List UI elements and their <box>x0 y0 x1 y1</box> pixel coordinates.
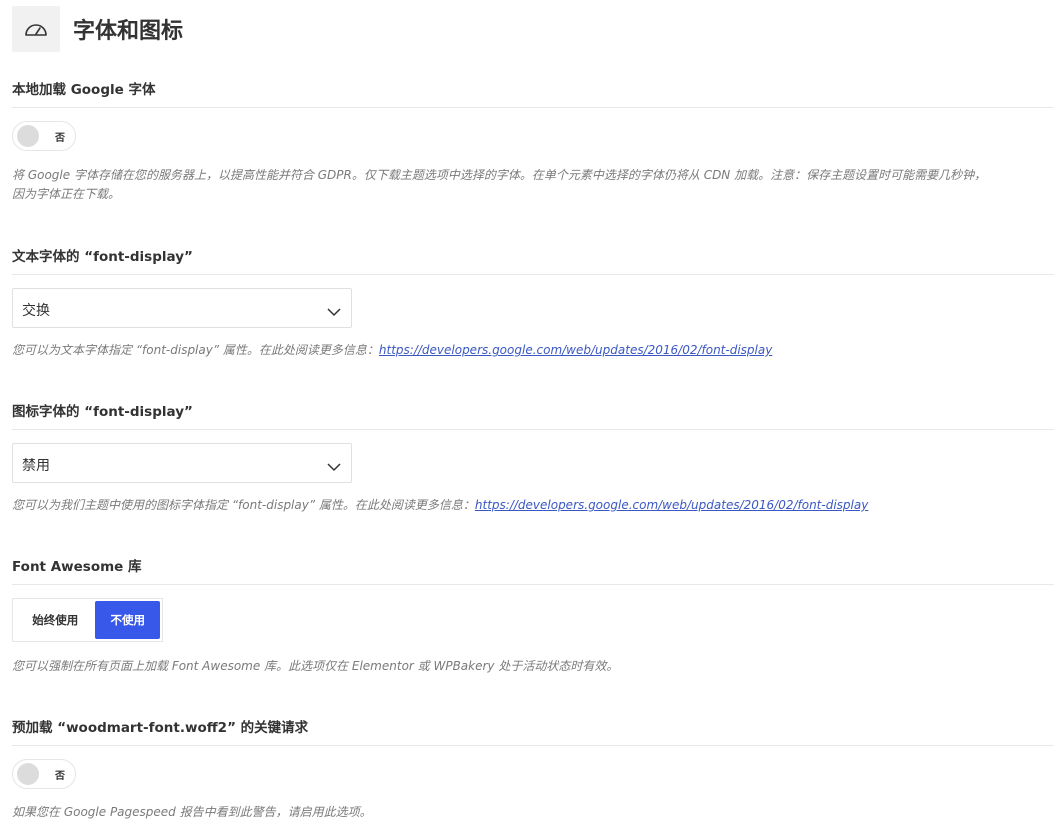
section-description: 如果您在 Google Pagespeed 报告中看到此警告，请启用此选项。 <box>12 805 372 819</box>
select-value: 禁用 <box>22 458 50 474</box>
text-font-display-select[interactable]: 交换 <box>12 288 352 328</box>
description-line: 将 Google 字体存储在您的服务器上，以提高性能并符合 GDPR。仅下载主题… <box>12 168 987 182</box>
local-google-fonts-section: 本地加载 Google 字体 否 将 Google 字体存储在您的服务器上，以提… <box>12 78 1054 201</box>
always-use-button[interactable]: 始终使用 <box>15 601 95 639</box>
description-line: 因为字体正在下载。 <box>12 187 121 201</box>
section-description: 您可以为文本字体指定 “font-display” 属性。在此处阅读更多信息：h… <box>12 341 1054 360</box>
preload-font-toggle[interactable]: 否 <box>12 759 76 789</box>
font-awesome-button-group: 始终使用 不使用 <box>12 598 163 642</box>
section-description: 您可以强制在所有页面上加载 Font Awesome 库。此选项仅在 Eleme… <box>12 659 619 673</box>
icon-font-display-section: 图标字体的 “font-display” 禁用 您可以为我们主题中使用的图标字体… <box>12 400 1054 512</box>
section-title: 预加载 “woodmart-font.woff2” 的关键请求 <box>12 716 1054 746</box>
do-not-use-button[interactable]: 不使用 <box>95 601 160 639</box>
section-title: 文本字体的 “font-display” <box>12 245 1054 275</box>
text-font-display-section: 文本字体的 “font-display” 交换 您可以为文本字体指定 “font… <box>12 245 1054 357</box>
section-title: Font Awesome 库 <box>12 555 1054 585</box>
font-display-link[interactable]: https://developers.google.com/web/update… <box>475 498 868 512</box>
page-title: 字体和图标 <box>73 19 184 44</box>
speedometer-icon <box>12 6 60 52</box>
font-display-link[interactable]: https://developers.google.com/web/update… <box>379 343 772 357</box>
description-text: 您可以为我们主题中使用的图标字体指定 “font-display” 属性。在此处… <box>12 498 475 512</box>
toggle-label: 否 <box>55 133 65 144</box>
font-awesome-section: Font Awesome 库 始终使用 不使用 您可以强制在所有页面上加载 Fo… <box>12 555 1054 673</box>
toggle-knob <box>17 125 39 147</box>
description-text: 您可以为文本字体指定 “font-display” 属性。在此处阅读更多信息： <box>12 343 379 357</box>
page-header: 字体和图标 <box>12 6 183 52</box>
toggle-label: 否 <box>55 771 65 782</box>
section-description: 将 Google 字体存储在您的服务器上，以提高性能并符合 GDPR。仅下载主题… <box>12 166 1054 204</box>
section-title: 图标字体的 “font-display” <box>12 400 1054 430</box>
section-description: 您可以为我们主题中使用的图标字体指定 “font-display” 属性。在此处… <box>12 496 1054 515</box>
icon-font-display-select[interactable]: 禁用 <box>12 443 352 483</box>
select-value: 交换 <box>22 303 50 319</box>
local-google-fonts-toggle[interactable]: 否 <box>12 121 76 151</box>
toggle-knob <box>17 763 39 785</box>
section-title: 本地加载 Google 字体 <box>12 78 1054 108</box>
preload-font-section: 预加载 “woodmart-font.woff2” 的关键请求 否 如果您在 G… <box>12 716 1054 819</box>
chevron-down-icon <box>327 302 341 321</box>
chevron-down-icon <box>327 457 341 476</box>
